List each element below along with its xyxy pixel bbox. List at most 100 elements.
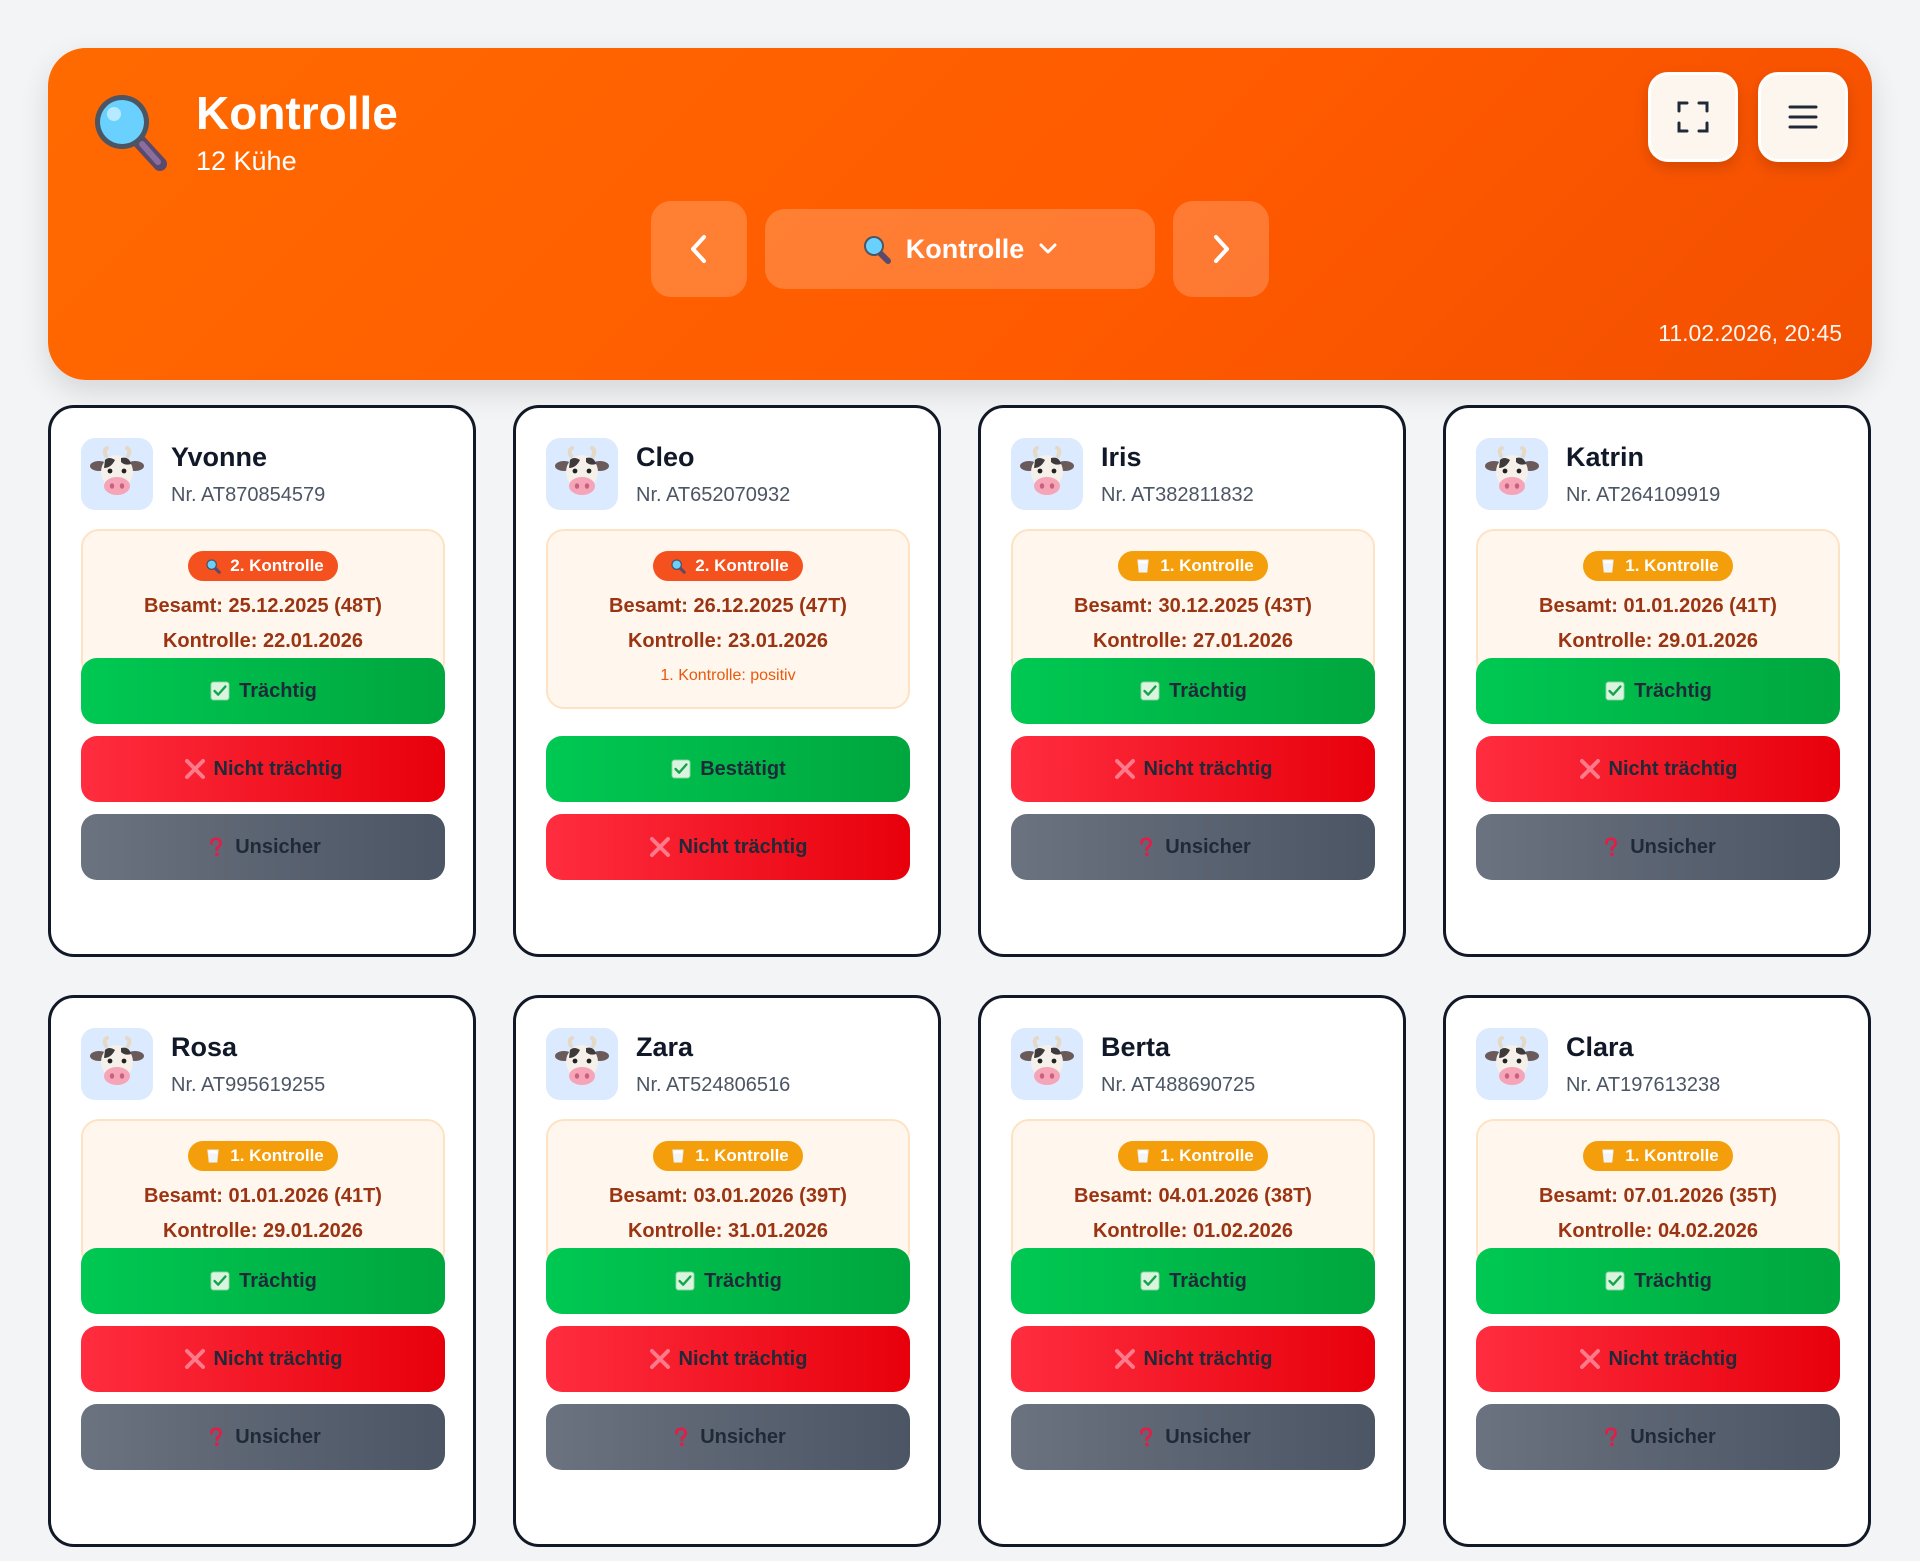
previous-button[interactable] (651, 201, 747, 297)
traechtig-button[interactable]: Trächtig (1011, 1248, 1375, 1314)
button-label: Nicht trächtig (678, 1347, 808, 1370)
cross-mark-icon (184, 1348, 206, 1370)
check-box-icon (209, 1270, 231, 1292)
menu-button[interactable] (1758, 72, 1848, 162)
next-button[interactable] (1173, 201, 1269, 297)
cow-face-icon (546, 1028, 618, 1100)
chevron-left-icon (691, 235, 706, 263)
status-badge: 1. Kontrolle (1118, 551, 1268, 581)
cow-card: Clara Nr. AT197613238 1. Kontrolle Besamt: … (1443, 995, 1871, 1547)
hamburger-menu-icon (1788, 105, 1818, 129)
unsicher-button[interactable]: Unsicher (1476, 1404, 1840, 1470)
cross-mark-icon (1579, 1348, 1601, 1370)
traechtig-button[interactable]: Trächtig (546, 1248, 910, 1314)
button-label: Nicht trächtig (1608, 1347, 1738, 1370)
cow-name: Clara (1566, 1032, 1634, 1062)
cow-face-icon (1476, 438, 1548, 510)
bestaetigt-button[interactable]: Bestätigt (546, 736, 910, 802)
status-badge: 1. Kontrolle (1583, 1141, 1733, 1171)
nicht-traechtig-button[interactable]: Nicht trächtig (1011, 1326, 1375, 1392)
unsicher-button[interactable]: Unsicher (81, 1404, 445, 1470)
button-label: Unsicher (700, 1425, 786, 1448)
insemination-date: Besamt: 01.01.2026 (41T) (1539, 595, 1777, 617)
button-label: Nicht trächtig (1143, 757, 1273, 780)
status-badge-label: 1. Kontrolle (1160, 1146, 1254, 1165)
nicht-traechtig-button[interactable]: Nicht trächtig (546, 1326, 910, 1392)
button-label: Unsicher (1630, 835, 1716, 858)
cow-card: Cleo Nr. AT652070932 2. Kontrolle Besamt: 2… (513, 405, 941, 957)
cross-mark-icon (649, 836, 671, 858)
cow-number: Nr. AT524806516 (636, 1074, 791, 1096)
magnifying-glass-icon (202, 555, 224, 577)
cross-mark-icon (184, 758, 206, 780)
button-label: Nicht trächtig (1143, 1347, 1273, 1370)
unsicher-button[interactable]: Unsicher (1011, 1404, 1375, 1470)
check-box-icon (674, 1270, 696, 1292)
question-mark-icon (1600, 836, 1622, 858)
nicht-traechtig-button[interactable]: Nicht trächtig (1476, 1326, 1840, 1392)
nicht-traechtig-button[interactable]: Nicht trächtig (81, 1326, 445, 1392)
button-label: Unsicher (1165, 835, 1251, 858)
nicht-traechtig-button[interactable]: Nicht trächtig (81, 736, 445, 802)
traechtig-button[interactable]: Trächtig (81, 658, 445, 724)
cow-name: Iris (1101, 442, 1142, 472)
button-label: Trächtig (704, 1269, 782, 1292)
cow-face-icon (1011, 438, 1083, 510)
unsicher-button[interactable]: Unsicher (81, 814, 445, 880)
insemination-info: 1. Kontrolle Besamt: 01.01.2026 (41T) Kont… (81, 1119, 445, 1269)
cow-number: Nr. AT197613238 (1566, 1074, 1721, 1096)
cow-card: Berta Nr. AT488690725 1. Kontrolle Besamt: … (978, 995, 1406, 1547)
cow-face-icon (546, 438, 618, 510)
unsicher-button[interactable]: Unsicher (1476, 814, 1840, 880)
check-date: Kontrolle: 31.01.2026 (627, 1220, 829, 1242)
nicht-traechtig-button[interactable]: Nicht trächtig (1476, 736, 1840, 802)
status-badge-label: 1. Kontrolle (695, 1146, 789, 1165)
check-date: Kontrolle: 23.01.2026 (627, 630, 829, 652)
unsicher-button[interactable]: Unsicher (546, 1404, 910, 1470)
cow-count: 12 Kühe (196, 146, 297, 176)
cross-mark-icon (1579, 758, 1601, 780)
cow-card: Zara Nr. AT524806516 1. Kontrolle Besamt: 0… (513, 995, 941, 1547)
view-select[interactable]: Kontrolle (765, 209, 1155, 289)
insemination-info: 2. Kontrolle Besamt: 26.12.2025 (47T) Kont… (546, 529, 910, 709)
question-mark-icon (1600, 1426, 1622, 1448)
traechtig-button[interactable]: Trächtig (1476, 1248, 1840, 1314)
status-badge: 1. Kontrolle (1118, 1141, 1268, 1171)
cow-face-icon (81, 1028, 153, 1100)
button-label: Trächtig (239, 679, 317, 702)
cow-card: Iris Nr. AT382811832 1. Kontrolle Besamt: 3… (978, 405, 1406, 957)
question-mark-icon (205, 1426, 227, 1448)
check-date: Kontrolle: 04.02.2026 (1557, 1220, 1759, 1242)
fullscreen-button[interactable] (1648, 72, 1738, 162)
fullscreen-icon (1677, 101, 1709, 133)
check-date: Kontrolle: 29.01.2026 (162, 1220, 364, 1242)
traechtig-button[interactable]: Trächtig (81, 1248, 445, 1314)
status-badge-label: 2. Kontrolle (695, 556, 789, 575)
cow-name: Zara (636, 1032, 694, 1062)
traechtig-button[interactable]: Trächtig (1011, 658, 1375, 724)
milk-glass-icon (667, 1145, 689, 1167)
check-box-icon (1139, 1270, 1161, 1292)
button-label: Trächtig (1169, 1269, 1247, 1292)
button-label: Unsicher (235, 1425, 321, 1448)
milk-glass-icon (1132, 555, 1154, 577)
magnifying-glass-icon (667, 555, 689, 577)
previous-check-note: 1. Kontrolle: positiv (660, 667, 796, 684)
traechtig-button[interactable]: Trächtig (1476, 658, 1840, 724)
unsicher-button[interactable]: Unsicher (1011, 814, 1375, 880)
button-label: Unsicher (1165, 1425, 1251, 1448)
magnifying-glass-icon (863, 236, 891, 264)
check-box-icon (209, 680, 231, 702)
insemination-date: Besamt: 26.12.2025 (47T) (609, 595, 847, 617)
cow-number: Nr. AT995619255 (171, 1074, 326, 1096)
cross-mark-icon (1114, 1348, 1136, 1370)
nicht-traechtig-button[interactable]: Nicht trächtig (546, 814, 910, 880)
check-box-icon (1139, 680, 1161, 702)
cow-name: Katrin (1566, 442, 1645, 472)
cow-name: Rosa (171, 1032, 238, 1062)
button-label: Nicht trächtig (678, 835, 808, 858)
cow-name: Yvonne (171, 442, 268, 472)
milk-glass-icon (202, 1145, 224, 1167)
nicht-traechtig-button[interactable]: Nicht trächtig (1011, 736, 1375, 802)
insemination-info: 1. Kontrolle Besamt: 03.01.2026 (39T) Kont… (546, 1119, 910, 1269)
